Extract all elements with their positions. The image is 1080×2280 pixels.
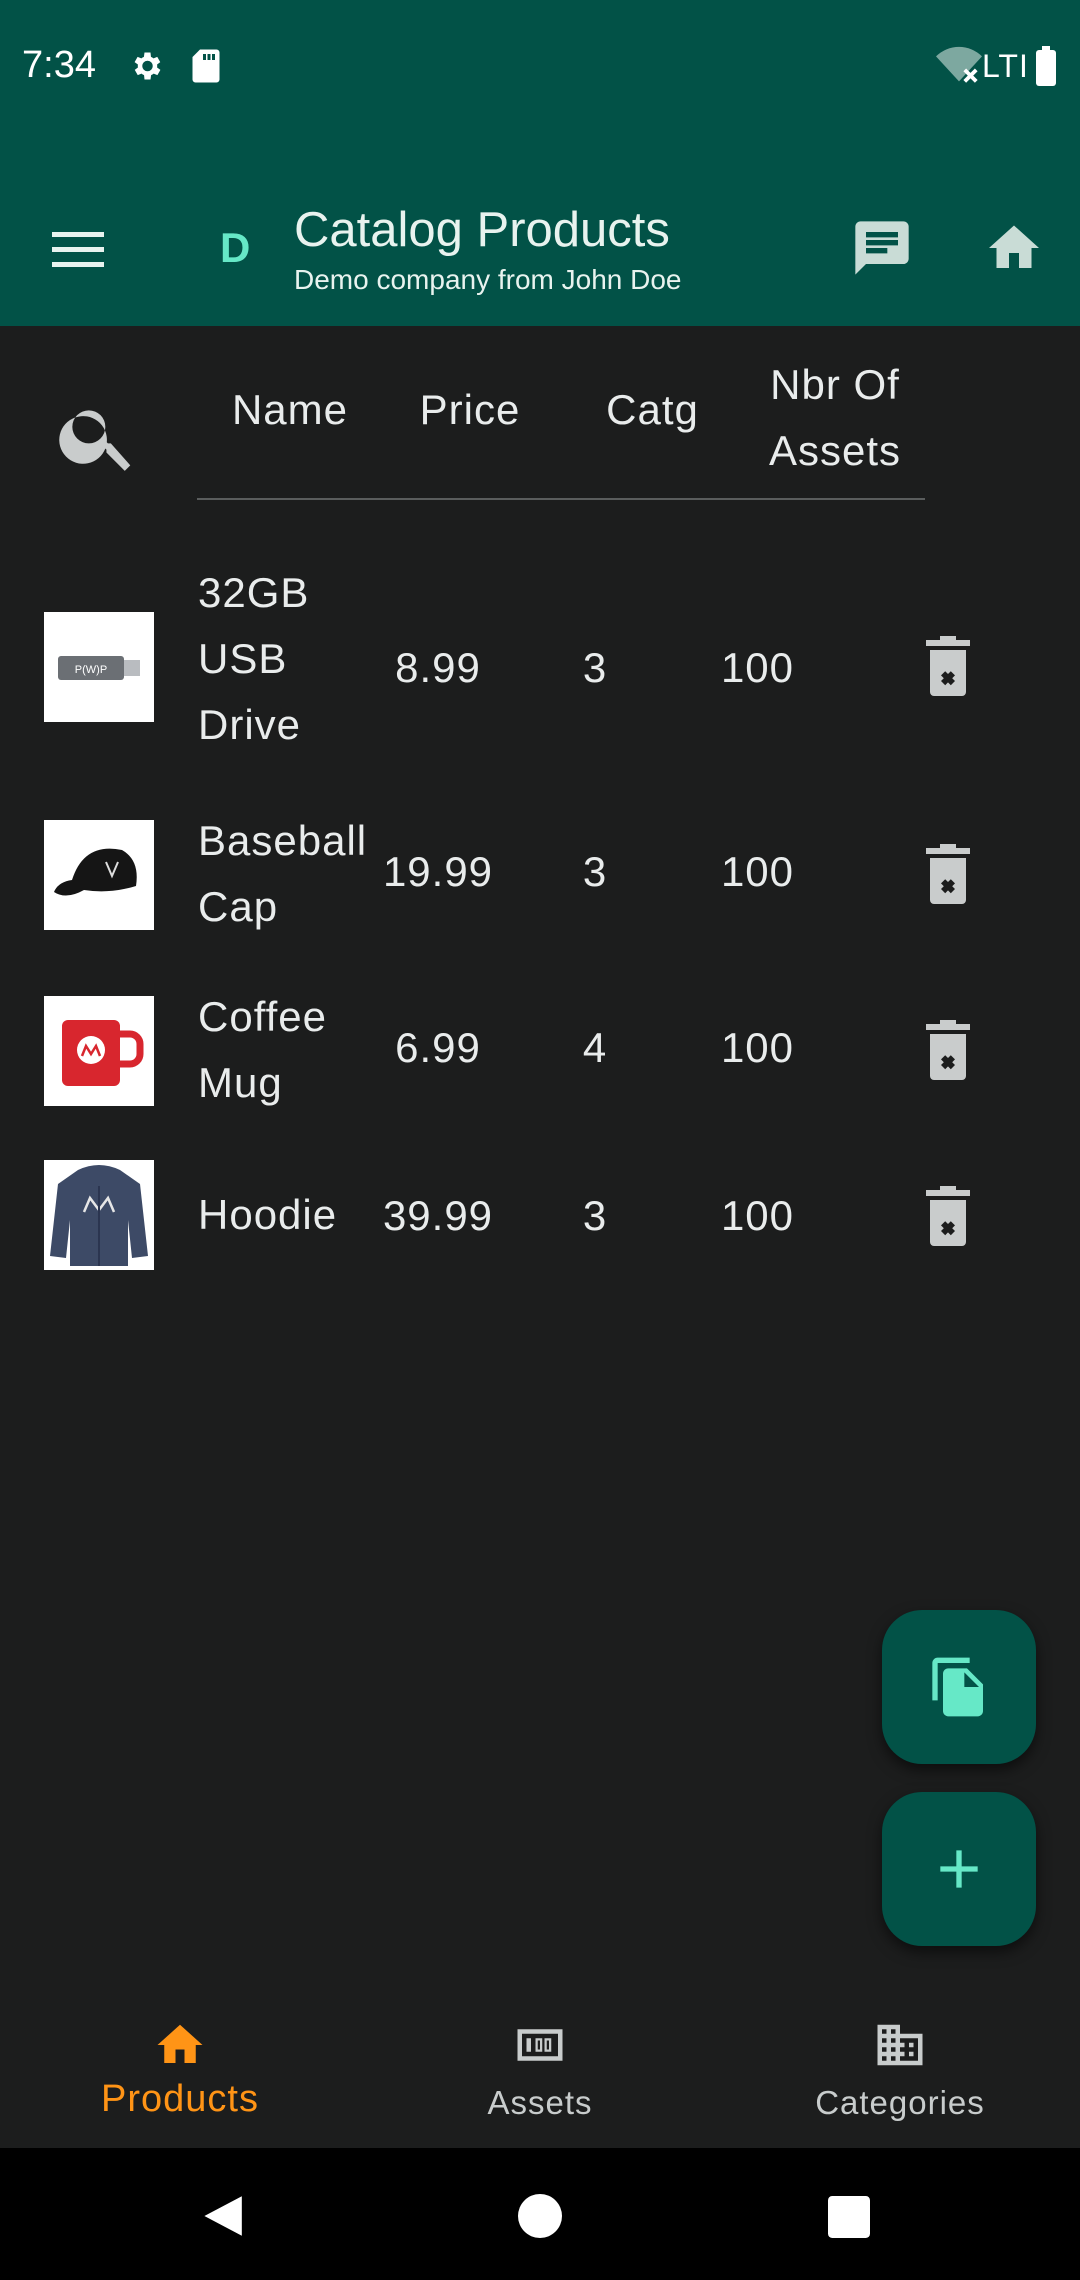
nav-assets-label: Assets [487,2084,593,2121]
nav-categories[interactable]: Categories [720,1986,1080,2148]
page-subtitle: Demo company from John Doe [294,264,682,295]
status-bar: 7:34 LTI [0,0,1080,136]
home-icon [157,2024,203,2063]
coffee-mug-thumbnail [44,996,154,1106]
product-price: 6.99 [395,1024,481,1071]
battery-icon [1036,46,1056,86]
copy-icon [932,1657,983,1717]
settings-icon [134,52,161,80]
home-icon[interactable] [984,218,1044,278]
sd-card-icon [192,49,220,83]
product-assets: 100 [720,644,795,691]
counter-icon [517,2029,563,2061]
usb-drive-thumbnail: P(W)P [44,612,154,722]
product-price: 19.99 [382,848,494,895]
company-logo: D [220,224,251,271]
page-title: Catalog Products [294,203,670,257]
wifi-off-icon [936,46,982,83]
recents-icon[interactable] [828,2196,870,2238]
product-price: 8.99 [395,644,481,691]
column-header-catg[interactable]: Catg [580,386,725,434]
plus-icon [940,1850,978,1888]
app-bar: D Catalog Products Demo company from Joh… [0,136,1080,326]
network-type: LTI [982,48,1029,84]
delete-icon[interactable] [924,1186,972,1246]
system-navigation-bar [0,2148,1080,2280]
product-assets: 100 [720,1192,795,1239]
chat-icon[interactable] [850,216,914,280]
delete-icon[interactable] [924,1020,972,1080]
search-icon[interactable] [54,392,142,480]
product-catg: 3 [582,1192,608,1239]
product-name: Baseball Cap [198,817,368,930]
hoodie-thumbnail [44,1160,154,1270]
product-assets: 100 [720,1024,795,1071]
home-circle-icon[interactable] [518,2194,562,2238]
column-header-name[interactable]: Name [210,386,370,434]
product-name: 32GB USB Drive [198,569,310,748]
add-fab-button[interactable] [882,1792,1036,1946]
table-row[interactable]: P(W)P 32GB USB Drive 8.99 3 100 [0,560,1080,770]
nav-products[interactable]: Products [0,1986,360,2148]
nav-categories-label: Categories [815,2084,985,2121]
baseball-cap-thumbnail [44,820,154,930]
nav-assets[interactable]: Assets [360,1986,720,2148]
column-header-price[interactable]: Price [400,386,540,434]
delete-icon[interactable] [924,636,972,696]
product-name: Hoodie [198,1191,338,1238]
product-catg: 4 [582,1024,608,1071]
product-name: Coffee Mug [198,993,327,1106]
bottom-navigation: Products Assets Categories [0,1986,1080,2148]
column-header-assets[interactable]: Nbr Of Assets [745,352,925,484]
delete-icon[interactable] [924,844,972,904]
table-row[interactable]: Baseball Cap 19.99 3 100 [0,808,1080,948]
status-time: 7:34 [22,44,96,86]
table-row[interactable]: Hoodie 39.99 3 100 [0,1160,1080,1270]
back-icon[interactable] [200,2194,244,2238]
header-divider [197,498,925,500]
svg-text:P(W)P: P(W)P [75,664,107,676]
copy-fab-button[interactable] [882,1610,1036,1764]
menu-icon[interactable] [40,216,116,282]
product-price: 39.99 [382,1192,494,1239]
product-catg: 3 [582,848,608,895]
nav-products-label: Products [101,2078,259,2120]
product-catg: 3 [582,644,608,691]
building-icon [877,2024,923,2066]
product-assets: 100 [720,848,795,895]
table-row[interactable]: Coffee Mug 6.99 4 100 [0,984,1080,1124]
